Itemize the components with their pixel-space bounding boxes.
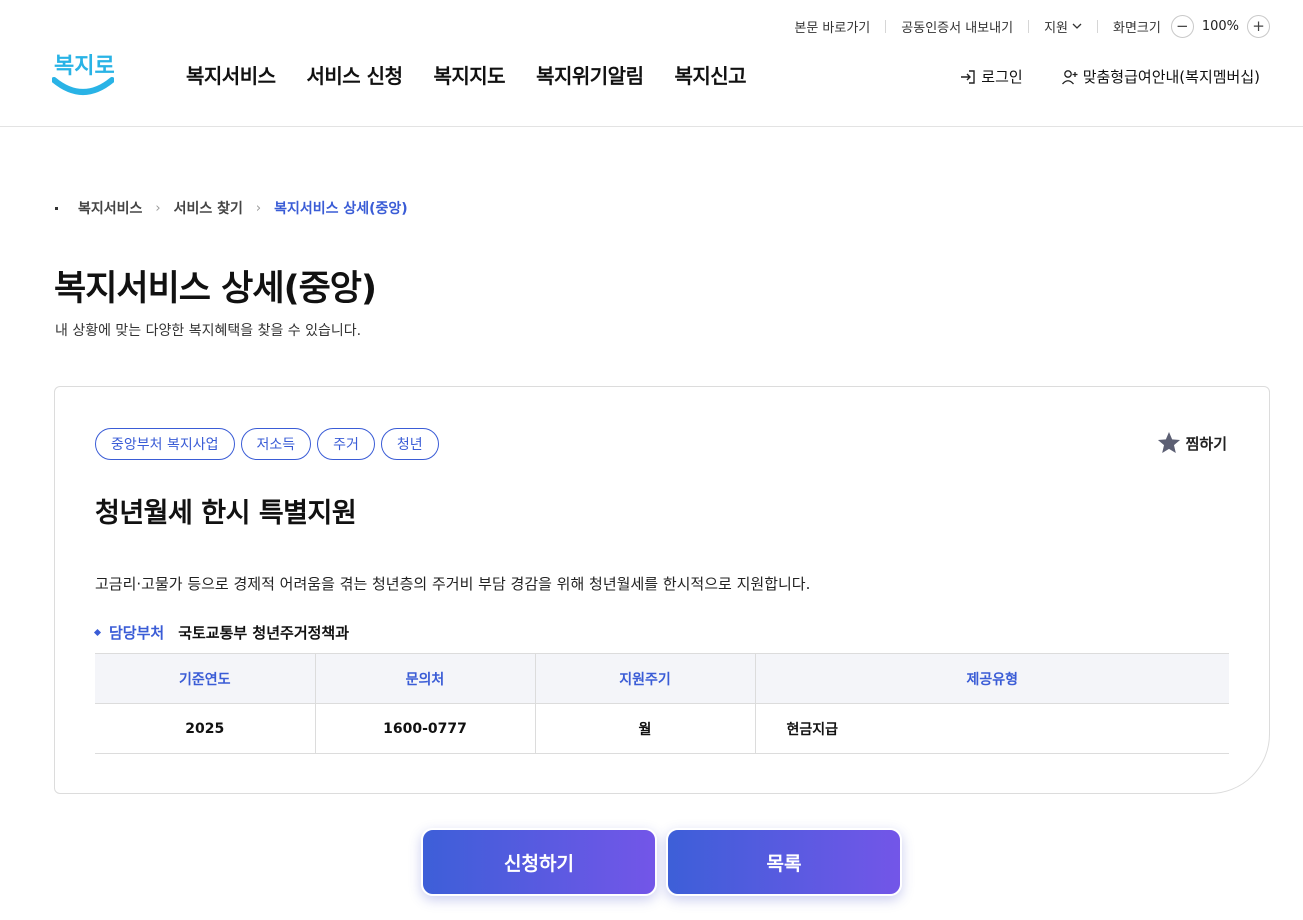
tag-central-ministry[interactable]: 중앙부처 복지사업 [95,428,235,460]
login-icon [961,69,975,84]
member-menu: 로그인 맞춤형급여안내(복지멤버십) [959,66,1260,87]
breadcrumb-item-welfare-service[interactable]: 복지서비스 [78,198,142,218]
cell-cycle: 월 [534,703,755,754]
skip-to-content-link[interactable]: 본문 바로가기 [794,17,870,36]
list-button[interactable]: 목록 [666,828,902,896]
department-info: 담당부처 국토교통부 청년주거정책과 [93,622,350,643]
breadcrumb-item-service-search[interactable]: 서비스 찾기 [174,198,243,218]
zoom-in-button[interactable]: + [1247,14,1270,38]
department-value: 국토교통부 청년주거정책과 [178,624,350,642]
nav-welfare-map[interactable]: 복지지도 [433,60,505,89]
service-title: 청년월세 한시 특별지원 [95,498,357,529]
tag-low-income[interactable]: 저소득 [240,428,312,460]
page-description: 내 상황에 맞는 다양한 복지혜택을 찾을 수 있습니다. [55,323,362,339]
chevron-right-icon: › [155,200,161,216]
department-label: 담당부처 [109,624,165,642]
tag-youth[interactable]: 청년 [380,428,439,460]
column-header-contact: 문의처 [314,653,535,704]
breadcrumb-item-current: 복지서비스 상세(중앙) [274,201,408,217]
logo[interactable]: 복지로 [51,46,115,100]
language-dropdown[interactable]: 지원 [1044,17,1082,36]
user-add-icon [1061,69,1078,84]
service-info-table: 기준연도 문의처 지원주기 제공유형 2025 1600-0777 월 현금지급 [95,653,1229,754]
column-header-cycle: 지원주기 [534,653,755,704]
divider [1028,19,1030,33]
column-header-year: 기준연도 [95,653,315,704]
tag-housing[interactable]: 주거 [317,428,375,460]
breadcrumb: 복지서비스 › 서비스 찾기 › 복지서비스 상세(중앙) [55,198,408,218]
home-bullet-icon [55,206,58,210]
zoom-value: 100% [1201,18,1239,34]
nav-crisis-alert[interactable]: 복지위기알림 [536,60,644,89]
nav-service-apply[interactable]: 서비스 신청 [307,60,403,89]
star-icon [1157,431,1180,453]
utility-bar: 본문 바로가기 공동인증서 내보내기 지원 화면크기 − 100% + [794,14,1270,38]
membership-link[interactable]: 맞춤형급여안내(복지멤버십) [1061,66,1260,87]
divider [1096,19,1098,33]
divider [885,19,887,33]
login-label: 로그인 [981,68,1023,86]
cell-type: 현금지급 [754,703,1229,754]
header-divider [0,126,1303,127]
membership-label: 맞춤형급여안내(복지멤버십) [1082,68,1260,86]
language-label: 지원 [1044,20,1068,36]
chevron-down-icon [1072,23,1082,29]
login-link[interactable]: 로그인 [959,66,1023,87]
main-nav: 복지서비스 서비스 신청 복지지도 복지위기알림 복지신고 [186,60,747,89]
service-detail-card: 중앙부처 복지사업 저소득 주거 청년 찜하기 청년월세 한시 특별지원 고금리… [54,386,1270,794]
page-title: 복지서비스 상세(중앙) [54,269,377,309]
favorite-button[interactable]: 찜하기 [1156,430,1227,456]
zoom-label: 화면크기 [1112,20,1161,36]
zoom-out-button[interactable]: − [1170,14,1194,38]
column-header-type: 제공유형 [754,653,1229,704]
chevron-right-icon: › [255,200,262,216]
cell-year: 2025 [95,703,315,754]
nav-welfare-report[interactable]: 복지신고 [674,60,746,89]
favorite-label: 찜하기 [1185,434,1227,453]
diamond-bullet-icon [93,628,102,637]
table-header-row: 기준연도 문의처 지원주기 제공유형 [95,653,1229,704]
apply-button[interactable]: 신청하기 [421,828,657,896]
table-row: 2025 1600-0777 월 현금지급 [95,703,1229,754]
action-buttons: 신청하기 목록 [421,828,902,896]
logo-icon: 복지로 [51,54,115,95]
nav-welfare-service[interactable]: 복지서비스 [186,60,276,89]
cert-export-link[interactable]: 공동인증서 내보내기 [901,17,1013,36]
logo-text: 복지로 [54,54,114,79]
cell-contact: 1600-0777 [314,703,535,754]
tag-list: 중앙부처 복지사업 저소득 주거 청년 [95,428,439,460]
service-description: 고금리·고물가 등으로 경제적 어려움을 겪는 청년층의 주거비 부담 경감을 … [95,575,811,593]
